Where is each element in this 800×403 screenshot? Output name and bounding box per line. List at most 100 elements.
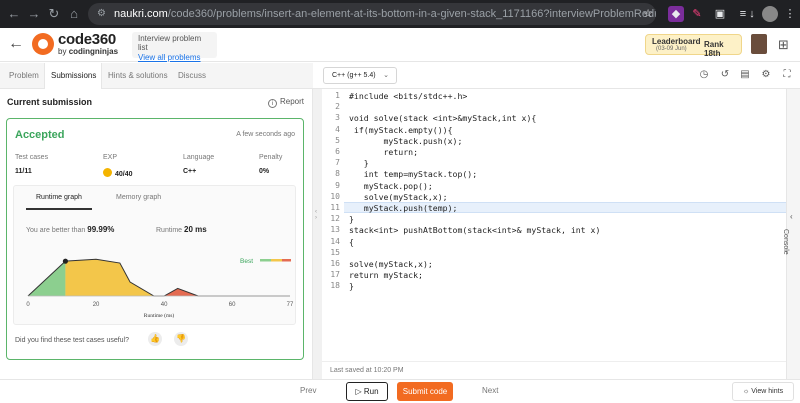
- code-line[interactable]: #include <bits/stdc++.h>: [349, 91, 467, 101]
- forward-icon[interactable]: →: [26, 6, 42, 22]
- thumbs-down-icon[interactable]: 👎: [174, 332, 188, 346]
- extension-icon[interactable]: ◆: [668, 6, 684, 22]
- timer-icon[interactable]: ◷: [698, 69, 710, 81]
- address-bar[interactable]: ⚙ naukri.com/code360/problems/insert-an-e…: [88, 3, 656, 25]
- stat-value-exp: 40/40: [103, 168, 133, 178]
- extension-icon[interactable]: ✎: [689, 6, 705, 22]
- notes-icon[interactable]: ▤: [739, 69, 751, 81]
- line-number: 1: [335, 91, 340, 100]
- code-line[interactable]: solve(myStack,x);: [349, 192, 448, 202]
- code-line[interactable]: myStack.pop();: [349, 181, 433, 191]
- line-number: 12: [330, 214, 340, 224]
- apps-grid-icon[interactable]: ⊞: [778, 37, 789, 53]
- runtime-chart: 0 20 40 60 77 Runtime (ms) Best: [26, 258, 294, 319]
- runtime-value: 20 ms: [184, 225, 207, 234]
- tab-problem[interactable]: Problem: [3, 63, 45, 89]
- xp-coin-icon: [103, 168, 112, 177]
- problem-list-label: Interview problem list: [138, 34, 202, 52]
- stat-label-exp: EXP: [103, 154, 118, 161]
- console-toggle[interactable]: ‹ Console: [782, 89, 800, 379]
- code-editor[interactable]: 1 2 3 4 5 6 7 8 9 10 11 12 13 14 15 16 17 18 #include <bi…: [322, 89, 786, 361]
- language-value: C++ (g++ 5.4): [332, 72, 376, 79]
- panel-resize-handle[interactable]: ‹ ›: [313, 89, 322, 379]
- graph-box: Runtime graph Memory graph You are bette…: [13, 185, 296, 325]
- code-line[interactable]: return myStack;: [349, 270, 423, 280]
- tab-submissions[interactable]: Submissions: [44, 63, 102, 89]
- report-button[interactable]: i Report: [268, 97, 304, 108]
- home-icon[interactable]: ⌂: [66, 6, 82, 22]
- stat-label-penalty: Penalty: [259, 154, 283, 161]
- chevron-left-icon: ‹: [790, 212, 793, 221]
- bottom-action-bar: Prev ▷ Run Submit code Next ☼ View hints: [0, 379, 800, 403]
- logo-text: code360: [58, 31, 116, 48]
- language-select[interactable]: C++ (g++ 5.4) ⌄: [323, 67, 397, 84]
- graph-tabs: Runtime graph Memory graph: [14, 186, 295, 210]
- code-line[interactable]: }: [349, 281, 354, 291]
- reset-code-icon[interactable]: ↺: [719, 69, 731, 81]
- fullscreen-icon[interactable]: ⛶: [781, 69, 793, 81]
- run-button[interactable]: ▷ Run: [346, 382, 388, 401]
- runtime-text: Runtime 20 ms: [156, 225, 207, 234]
- code-line[interactable]: }: [349, 158, 369, 168]
- line-number: 6: [335, 147, 340, 156]
- line-number: 5: [335, 135, 340, 145]
- submission-result-card: Accepted A few seconds ago Test cases 11…: [6, 118, 304, 360]
- thumbs-up-icon[interactable]: 👍: [148, 332, 162, 346]
- prev-button[interactable]: Prev: [300, 386, 316, 395]
- reload-icon[interactable]: ↻: [46, 6, 62, 22]
- status-accepted: Accepted: [15, 129, 65, 141]
- line-number: 17: [330, 270, 340, 280]
- problem-list-box: Interview problem list View all problems: [132, 32, 217, 62]
- line-number: 8: [335, 169, 340, 179]
- line-number: 9: [335, 180, 340, 190]
- stat-value-penalty: 0%: [259, 168, 270, 175]
- code-line[interactable]: myStack.push(temp);: [349, 203, 458, 213]
- code-line[interactable]: solve(myStack,x);: [349, 259, 433, 269]
- code-line[interactable]: }: [349, 214, 354, 224]
- code-line[interactable]: {: [349, 237, 354, 247]
- tab-runtime-graph[interactable]: Runtime graph: [36, 194, 82, 201]
- play-icon: ▷: [355, 387, 364, 396]
- extensions-puzzle-icon[interactable]: ▣: [712, 6, 728, 22]
- view-hints-button[interactable]: ☼ View hints: [732, 382, 794, 401]
- submit-code-button[interactable]: Submit code: [397, 382, 453, 401]
- line-number: 11: [330, 203, 340, 212]
- logo-subtext: by codingninjas: [58, 47, 119, 56]
- chevron-down-icon: ⌄: [383, 72, 389, 79]
- last-saved-text: Last saved at 10:20 PM: [322, 361, 786, 379]
- code-line[interactable]: return;: [349, 147, 419, 157]
- tab-memory-graph[interactable]: Memory graph: [116, 194, 161, 201]
- stat-value-test-cases: 11/11: [15, 168, 32, 175]
- code-line[interactable]: if(myStack.empty()){: [349, 125, 453, 135]
- download-icon[interactable]: ↓: [744, 6, 760, 22]
- drag-dots-icon: ‹ ›: [315, 209, 317, 221]
- code-line[interactable]: void solve(stack <int>&myStack,int x){: [349, 113, 536, 123]
- leaderboard-badge[interactable]: Leaderboard (03-09 Jun) Rank 18th: [645, 34, 742, 58]
- code-line[interactable]: int temp=myStack.top();: [349, 169, 477, 179]
- tab-hints-solutions[interactable]: Hints & solutions: [102, 63, 174, 89]
- user-avatar[interactable]: [751, 34, 767, 54]
- next-button[interactable]: Next: [482, 386, 498, 395]
- line-number: 3: [335, 113, 340, 123]
- stat-value-language: C++: [183, 168, 197, 175]
- x-tick-label: 77: [287, 302, 294, 308]
- site-info-icon[interactable]: ⚙: [97, 3, 106, 25]
- editor-toolbar: C++ (g++ 5.4) ⌄ ◷ ↺ ▤ ⚙ ⛶: [313, 63, 800, 89]
- url-host: naukri.com: [114, 8, 168, 20]
- code360-logo-icon[interactable]: [32, 33, 54, 55]
- x-tick-label: 20: [93, 302, 100, 308]
- profile-avatar[interactable]: [762, 6, 778, 22]
- code-line[interactable]: myStack.push(x);: [349, 136, 463, 146]
- bookmark-star-icon[interactable]: ☆: [640, 6, 656, 22]
- browser-menu-icon[interactable]: ⋮: [782, 6, 798, 22]
- active-tab-underline: [26, 208, 92, 210]
- view-all-problems-link[interactable]: View all problems: [138, 53, 211, 62]
- useful-question: Did you find these test cases useful?: [15, 337, 130, 344]
- code-line[interactable]: stack<int> pushAtBottom(stack<int>& mySt…: [349, 225, 600, 235]
- legend-label: Best: [240, 258, 253, 265]
- your-runtime-marker: [62, 258, 69, 264]
- back-icon[interactable]: ←: [6, 6, 22, 22]
- back-arrow-icon[interactable]: ←: [8, 35, 24, 53]
- settings-icon[interactable]: ⚙: [760, 69, 772, 81]
- tab-discuss[interactable]: Discuss: [172, 63, 212, 89]
